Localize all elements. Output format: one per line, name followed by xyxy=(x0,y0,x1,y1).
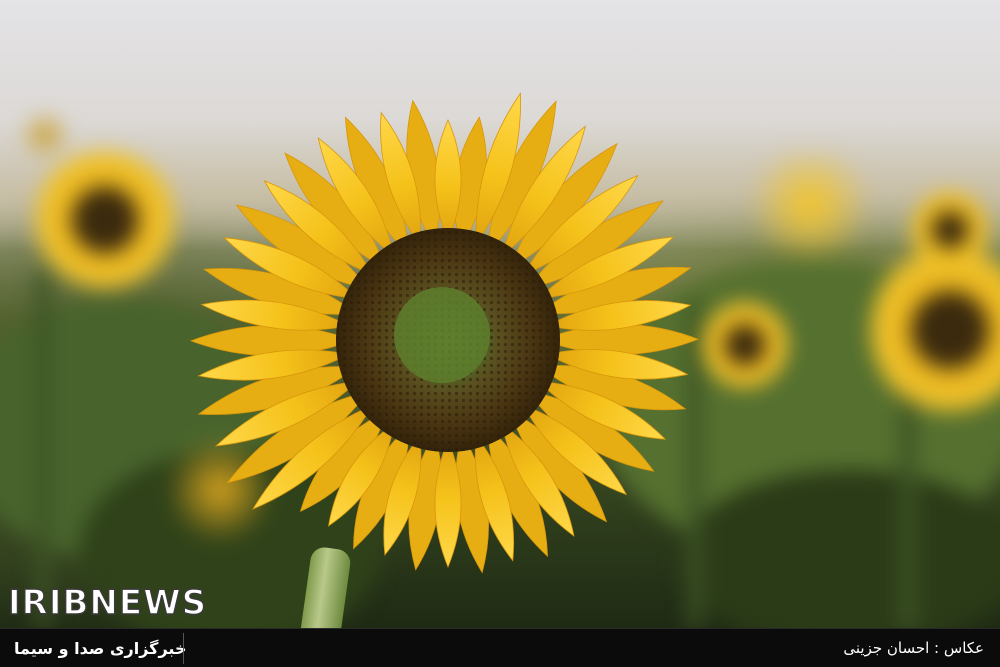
background-sunflower xyxy=(910,190,990,270)
background-sunflower xyxy=(30,150,180,290)
logo-text: IRIBNEWS xyxy=(7,582,208,624)
sunflower-disk-center xyxy=(394,287,490,383)
caption-divider xyxy=(183,633,184,664)
background-sunflower xyxy=(740,150,880,260)
background-stem xyxy=(36,270,50,628)
iribnews-logo: IRIBNEWS xyxy=(7,582,208,624)
agency-name: خبرگزاری صدا و سیما xyxy=(14,638,187,658)
caption-bar: خبرگزاری صدا و سیما عکاس : احسان جزینی xyxy=(0,628,1000,667)
photo-frame: IRIBNEWS خبرگزاری صدا و سیما عکاس : احسا… xyxy=(0,0,1000,667)
background-stem xyxy=(900,380,916,628)
sunflower-icon xyxy=(189,92,700,574)
sunflower-photo: IRIBNEWS xyxy=(0,0,1000,628)
photo-credit: عکاس : احسان جزینی xyxy=(843,639,984,657)
background-sunflower xyxy=(20,110,70,160)
